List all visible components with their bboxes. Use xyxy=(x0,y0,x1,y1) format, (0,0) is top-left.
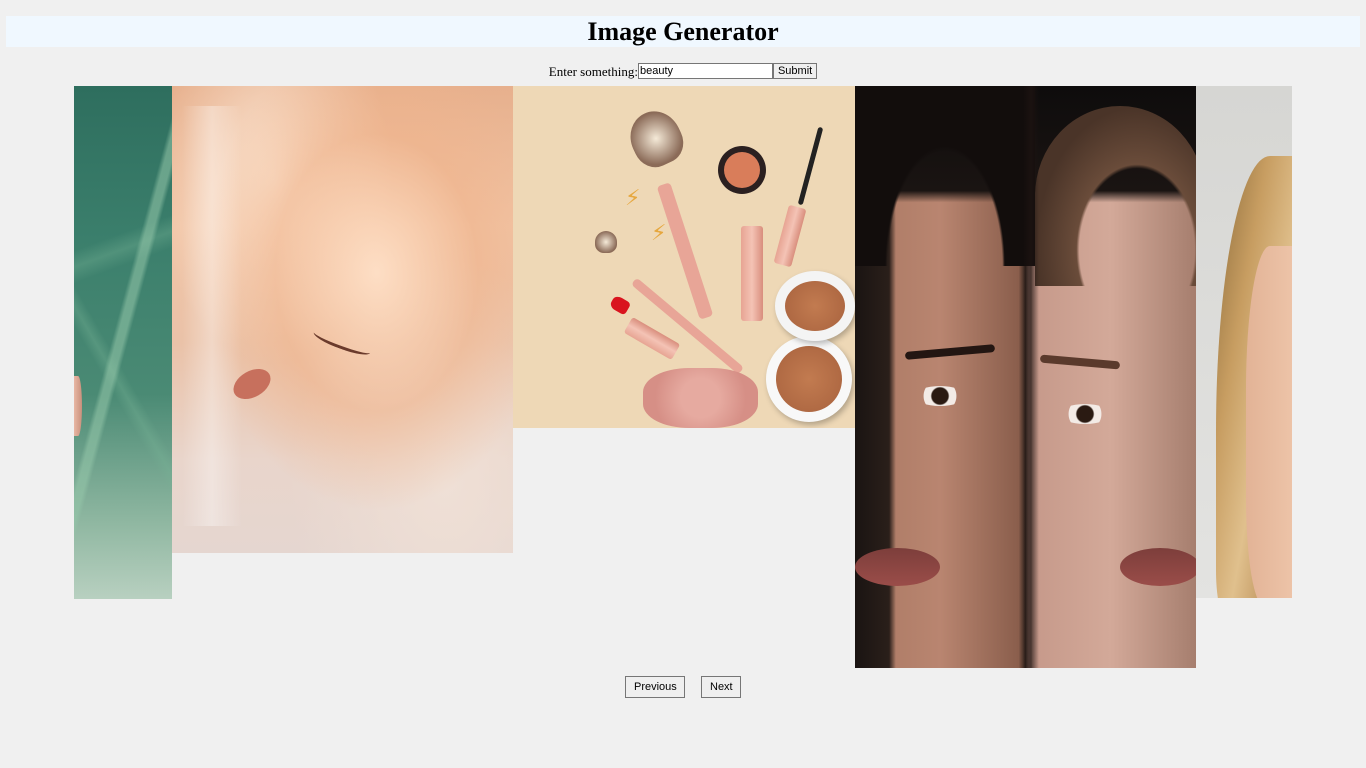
blush-compact xyxy=(718,146,766,194)
pagination: Previous Next xyxy=(0,676,1366,698)
skin-shape xyxy=(1246,246,1292,598)
compact-lid xyxy=(775,271,855,341)
right-hair-shape xyxy=(1035,106,1196,286)
gallery-image-blonde[interactable] xyxy=(1196,86,1292,598)
page-title: Image Generator xyxy=(587,17,779,46)
previous-button[interactable]: Previous xyxy=(625,676,685,698)
bronzer-compact xyxy=(766,336,852,422)
bolt-icon: ⚡ xyxy=(651,221,667,246)
powder-brush-handle xyxy=(656,182,714,320)
gallery-image-leaf[interactable] xyxy=(74,86,172,599)
right-eyebrow xyxy=(1039,354,1121,370)
search-label: Enter something: xyxy=(548,64,638,79)
lip-gloss-tube xyxy=(741,226,763,321)
closed-eye-shape xyxy=(311,326,373,359)
bolt-icon: ⚡ xyxy=(625,186,641,211)
red-lipstick-tip xyxy=(608,294,632,316)
next-button[interactable]: Next xyxy=(701,676,741,698)
search-form: Enter something: Submit xyxy=(0,63,1366,81)
left-eyebrow xyxy=(904,344,996,360)
right-lips xyxy=(1120,548,1196,586)
mascara-wand xyxy=(797,126,824,206)
right-eye xyxy=(1060,404,1110,424)
submit-button[interactable]: Submit xyxy=(772,63,818,79)
left-hair-shape xyxy=(855,86,1035,266)
glass-reflection xyxy=(182,106,242,526)
face-edge-shape xyxy=(74,376,82,436)
face-divider xyxy=(1023,86,1039,668)
gallery-image-two-faces[interactable] xyxy=(855,86,1196,668)
gallery-image-makeup[interactable]: ⚡ ⚡ xyxy=(513,86,855,428)
left-lips xyxy=(855,548,940,586)
scrunchie xyxy=(643,368,758,428)
left-eye xyxy=(915,386,965,406)
small-brush-head xyxy=(595,231,617,253)
header-bar: Image Generator xyxy=(6,16,1360,47)
lipstick-tube xyxy=(623,316,681,361)
gallery-image-warm-face[interactable] xyxy=(172,86,513,553)
mascara-tube xyxy=(773,204,807,268)
powder-brush-head xyxy=(621,103,691,174)
search-input[interactable] xyxy=(637,63,773,79)
